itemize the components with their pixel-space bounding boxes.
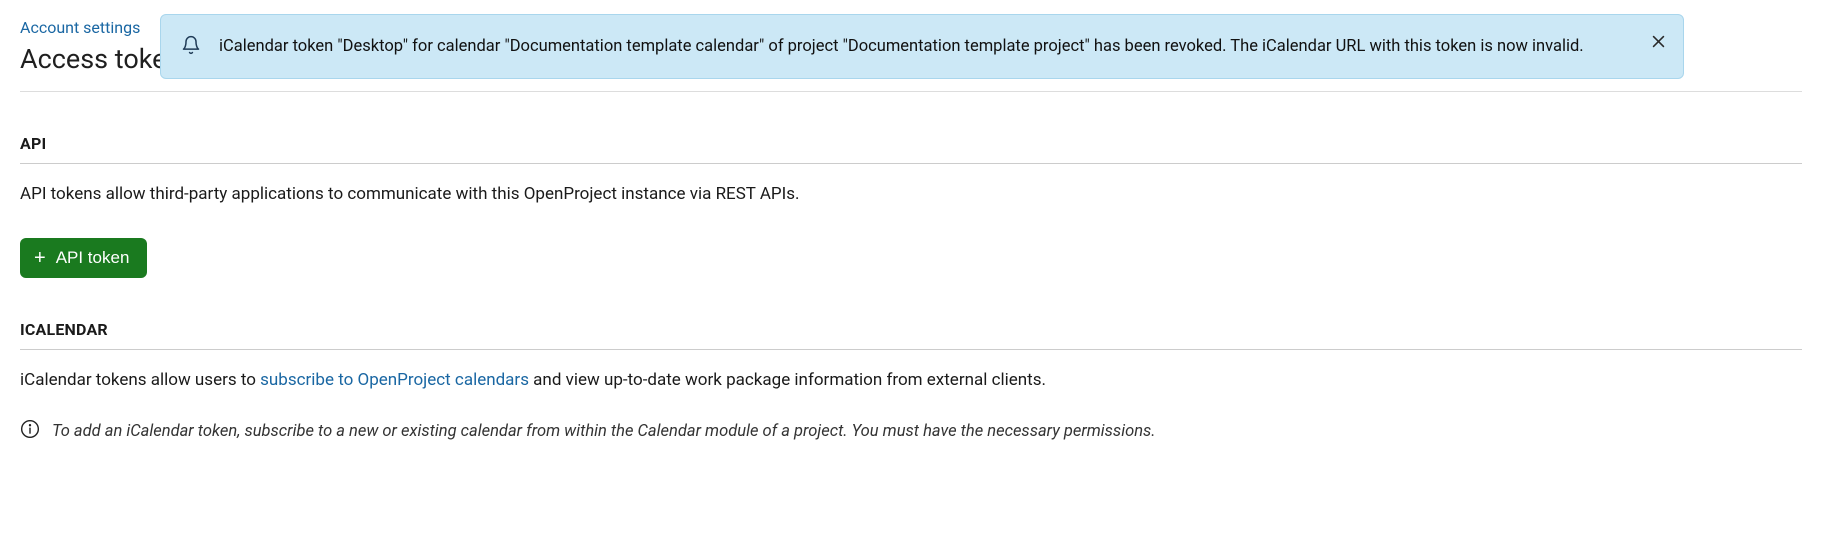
close-icon[interactable] [1650,33,1667,50]
add-api-token-label: API token [56,248,130,268]
icalendar-info-text: To add an iCalendar token, subscribe to … [52,422,1156,441]
breadcrumb-link-account-settings[interactable]: Account settings [20,18,140,37]
icalendar-desc-suffix: and view up-to-date work package informa… [529,370,1046,390]
section-desc-api: API tokens allow third-party application… [20,182,1802,208]
icalendar-desc-prefix: iCalendar tokens allow users to [20,370,260,390]
bell-icon [181,35,201,59]
section-icalendar: ICALENDAR iCalendar tokens allow users t… [20,320,1802,445]
section-heading-icalendar: ICALENDAR [20,320,1802,350]
section-api: API API tokens allow third-party applica… [20,134,1802,278]
icalendar-info-row: To add an iCalendar token, subscribe to … [20,419,1802,444]
notification-message: iCalendar token "Desktop" for calendar "… [219,33,1584,60]
plus-icon: + [34,248,46,268]
subscribe-calendars-link[interactable]: subscribe to OpenProject calendars [260,370,529,390]
section-heading-api: API [20,134,1802,164]
notification-banner: iCalendar token "Desktop" for calendar "… [160,14,1684,79]
add-api-token-button[interactable]: + API token [20,238,147,278]
section-desc-icalendar: iCalendar tokens allow users to subscrib… [20,368,1802,394]
info-icon [20,419,40,444]
